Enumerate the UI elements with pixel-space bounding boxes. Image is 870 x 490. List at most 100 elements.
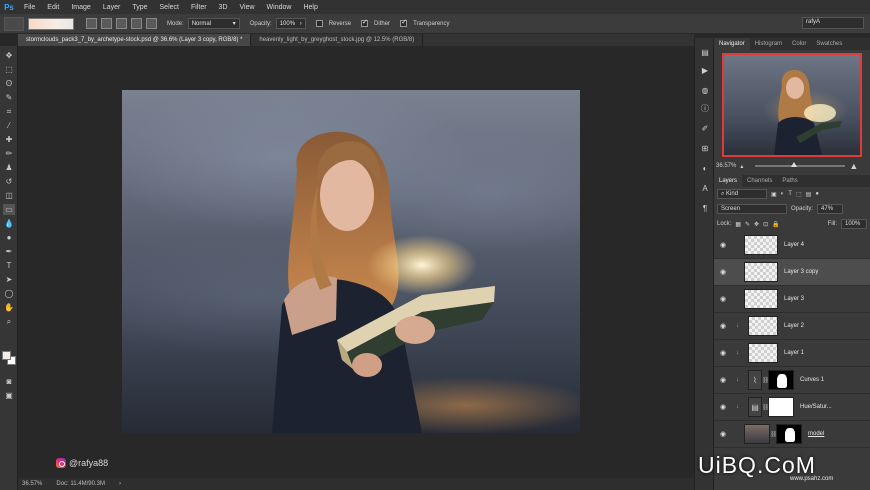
healing-icon[interactable]: ✚	[3, 134, 15, 145]
layer-opacity-field[interactable]: 47%	[817, 204, 844, 214]
hand-icon[interactable]: ✋	[3, 302, 15, 313]
menu-select[interactable]: Select	[154, 4, 185, 11]
radial-gradient-icon[interactable]	[101, 18, 112, 29]
layer-mask-thumbnail[interactable]	[776, 424, 802, 444]
tab-color[interactable]: Color	[787, 38, 811, 50]
dither-checkbox[interactable]	[361, 18, 369, 27]
layer-row-curves-1[interactable]: ◉ ↓ ⌇ ⛓ Curves 1	[714, 367, 870, 394]
visibility-eye-icon[interactable]: ◉	[718, 403, 728, 411]
lock-position-icon[interactable]: ✥	[754, 221, 759, 228]
quick-mask-icon[interactable]: ◙	[3, 376, 15, 387]
foreground-color-swatch[interactable]	[2, 351, 11, 360]
history-brush-icon[interactable]: ↺	[3, 176, 15, 187]
visibility-eye-icon[interactable]: ◉	[718, 241, 728, 249]
tab-heavenly-light[interactable]: heavenly_light_by_greyghost_stock.jpg @ …	[251, 34, 424, 46]
paragraph-icon[interactable]: ¶	[699, 202, 711, 214]
pen-icon[interactable]: ✒	[3, 246, 15, 257]
zoom-slider-thumb[interactable]	[791, 162, 798, 167]
zoom-out-icon[interactable]: ▴	[740, 163, 743, 170]
menu-help[interactable]: Help	[297, 4, 323, 11]
menu-layer[interactable]: Layer	[97, 4, 127, 11]
adjustments-icon[interactable]: ◐	[699, 162, 711, 174]
layer-row-layer-3[interactable]: ◉ Layer 3	[714, 286, 870, 313]
eraser-icon[interactable]: ◫	[3, 190, 15, 201]
type-filter-icon[interactable]: T	[788, 191, 792, 197]
menu-3d[interactable]: 3D	[213, 4, 234, 11]
zoom-slider[interactable]	[755, 162, 846, 167]
lock-artboard-icon[interactable]: ⊡	[763, 221, 768, 228]
menu-type[interactable]: Type	[126, 4, 153, 11]
menu-file[interactable]: File	[18, 4, 41, 11]
lock-all-icon[interactable]: 🔒	[772, 221, 779, 228]
menu-filter[interactable]: Filter	[185, 4, 213, 11]
layer-row-hue-saturation[interactable]: ◉ ↓ ▤ ⛓ Hue/Satur...	[714, 394, 870, 421]
menu-image[interactable]: Image	[65, 4, 96, 11]
reverse-checkbox[interactable]	[315, 20, 323, 27]
reflected-gradient-icon[interactable]	[131, 18, 142, 29]
screen-mode-icon[interactable]: ▣	[3, 390, 15, 401]
menu-view[interactable]: View	[234, 4, 261, 11]
layer-row-layer-4[interactable]: ◉ Layer 4	[714, 232, 870, 259]
filter-toggle-icon[interactable]: ●	[815, 191, 819, 197]
zoom-in-icon[interactable]: ▲	[849, 161, 858, 171]
transparency-checkbox[interactable]	[400, 18, 408, 27]
tab-navigator[interactable]: Navigator	[714, 38, 750, 50]
gradient-icon[interactable]: ▭	[3, 204, 15, 215]
tool-preset-picker[interactable]	[4, 16, 24, 31]
crop-icon[interactable]: ⌗	[3, 106, 15, 117]
diamond-gradient-icon[interactable]	[146, 18, 157, 29]
canvas-area[interactable]: @rafya88	[18, 46, 694, 478]
brush-presets-icon[interactable]: ✐	[699, 122, 711, 134]
layer-row-layer-1[interactable]: ◉ ↓ Layer 1	[714, 340, 870, 367]
path-select-icon[interactable]: ➤	[3, 274, 15, 285]
character-icon[interactable]: A	[699, 182, 711, 194]
tab-stormclouds[interactable]: stormclouds_pack3_7_by_archetype-stock.p…	[18, 34, 252, 46]
angle-gradient-icon[interactable]	[116, 18, 127, 29]
eyedropper-icon[interactable]: ⁄	[3, 120, 15, 131]
tab-paths[interactable]: Paths	[777, 175, 802, 187]
history-icon[interactable]: ▤	[699, 46, 711, 58]
adjustment-filter-icon[interactable]: ◐	[781, 191, 785, 197]
layer-filter-select[interactable]: ⌕ Kind	[717, 189, 767, 199]
mode-select[interactable]: Normal ▾	[187, 18, 240, 29]
move-icon[interactable]: ✥	[3, 50, 15, 61]
lasso-icon[interactable]: ʘ	[3, 78, 15, 89]
layer-row-layer-2[interactable]: ◉ ↓ Layer 2	[714, 313, 870, 340]
blend-mode-select[interactable]: Screen	[717, 204, 787, 214]
visibility-eye-icon[interactable]: ◉	[718, 322, 728, 330]
tab-layers[interactable]: Layers	[714, 175, 743, 187]
brush-icon[interactable]: ✏	[3, 148, 15, 159]
info-icon[interactable]: ⓘ	[699, 102, 711, 114]
fill-field[interactable]: 100%	[841, 219, 867, 229]
navigator-preview[interactable]	[722, 53, 862, 157]
blur-icon[interactable]: 💧	[3, 218, 15, 229]
zoom-icon[interactable]: ⌕	[3, 316, 15, 327]
marquee-icon[interactable]: ⬚	[3, 64, 15, 75]
dodge-icon[interactable]: ●	[3, 232, 15, 243]
visibility-eye-icon[interactable]: ◉	[718, 430, 728, 438]
visibility-eye-icon[interactable]: ◉	[718, 268, 728, 276]
linear-gradient-icon[interactable]	[86, 18, 97, 29]
layer-mask-thumbnail[interactable]	[768, 370, 794, 390]
tab-swatches[interactable]: Swatches	[811, 38, 847, 50]
opacity-field[interactable]: 100% ›	[275, 18, 306, 29]
status-zoom[interactable]: 36.57%	[22, 481, 42, 487]
shape-filter-icon[interactable]: ⬚	[796, 191, 802, 198]
tab-channels[interactable]: Channels	[742, 175, 777, 187]
type-icon[interactable]: T	[3, 260, 15, 271]
document-canvas[interactable]	[122, 90, 580, 433]
pixel-filter-icon[interactable]: ▣	[771, 191, 777, 198]
gradient-picker[interactable]	[28, 17, 74, 30]
tab-histogram[interactable]: Histogram	[750, 38, 787, 50]
lock-transparent-icon[interactable]: ▦	[735, 221, 741, 228]
layer-mask-thumbnail[interactable]	[768, 397, 794, 417]
layer-row-model[interactable]: ◉ ⛓ model	[714, 421, 870, 448]
smart-object-filter-icon[interactable]: ▤	[806, 191, 812, 198]
quick-select-icon[interactable]: ✎	[3, 92, 15, 103]
navigator-zoom-value[interactable]: 36.57%	[716, 163, 736, 169]
properties-icon[interactable]: ⊞	[699, 142, 711, 154]
chevron-right-icon[interactable]: ›	[119, 481, 121, 487]
workspace-select[interactable]: rafyA	[802, 17, 864, 29]
color-swatches[interactable]	[2, 351, 16, 365]
menu-edit[interactable]: Edit	[41, 4, 65, 11]
